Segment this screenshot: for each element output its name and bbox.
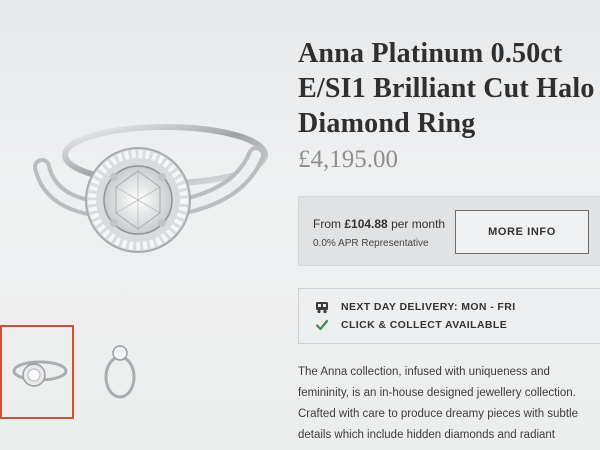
more-info-button[interactable]: MORE INFO xyxy=(455,210,589,254)
finance-monthly: From £104.88 per month xyxy=(313,217,445,231)
ring-image xyxy=(33,124,268,253)
delivery-box: NEXT DAY DELIVERY: MON - FRI CLICK & COL… xyxy=(298,288,600,344)
product-title: Anna Platinum 0.50ct E/SI1 Brilliant Cut… xyxy=(298,38,595,139)
finance-box: From £104.88 per month 0.0% APR Represen… xyxy=(298,196,600,266)
thumbnail-side-view[interactable] xyxy=(86,325,160,419)
product-main-image[interactable] xyxy=(20,95,290,285)
checkmark-icon xyxy=(315,318,329,332)
click-collect-row: CLICK & COLLECT AVAILABLE xyxy=(315,318,507,332)
thumbnail-strip xyxy=(0,325,180,420)
finance-from-prefix: From xyxy=(313,217,345,231)
product-price: £4,195.00 xyxy=(298,146,398,173)
click-collect-text: CLICK & COLLECT AVAILABLE xyxy=(341,319,508,331)
product-description: The Anna collection, infused with unique… xyxy=(298,366,578,441)
next-day-delivery-row: NEXT DAY DELIVERY: MON - FRI xyxy=(315,300,516,314)
product-page: Anna Platinum 0.50ct E/SI1 Brilliant Cut… xyxy=(0,0,600,450)
product-info: Anna Platinum 0.50ct E/SI1 Brilliant Cut… xyxy=(298,0,600,450)
finance-apr: 0.0% APR Representative xyxy=(313,238,429,249)
next-day-delivery-text: NEXT DAY DELIVERY: MON - FRI xyxy=(341,301,516,313)
truck-icon xyxy=(315,300,329,314)
finance-monthly-amount: £104.88 xyxy=(344,217,388,231)
thumbnail-front-view[interactable] xyxy=(0,325,74,419)
ring-side-thumbnail-icon xyxy=(104,345,136,399)
finance-from-suffix: per month xyxy=(387,217,446,231)
ring-thumbnail-icon xyxy=(12,360,68,387)
